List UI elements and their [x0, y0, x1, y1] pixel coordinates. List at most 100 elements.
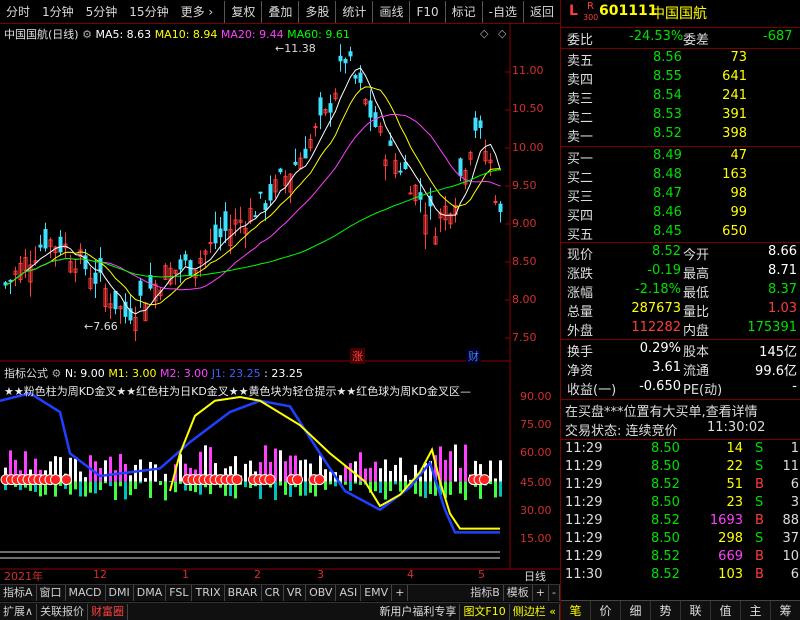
flag-r: R — [587, 1, 594, 12]
indicator-tab-0[interactable]: 指标A — [0, 585, 37, 601]
indicator-tab-11[interactable]: ASI — [336, 585, 362, 601]
red-ball-marker — [231, 474, 243, 486]
indicator-tab-2[interactable]: MACD — [66, 585, 106, 601]
ind-axis-45: 45.00 — [520, 476, 552, 489]
panel-tab-7[interactable]: 筹 — [771, 601, 800, 620]
notice-row[interactable]: 在买盘***位置有大买单,查看详情 — [561, 401, 800, 420]
tab-wealth-circle[interactable]: 财富圈 — [88, 603, 129, 620]
indicator-tab-16[interactable]: + — [533, 585, 550, 601]
candle-body — [358, 72, 363, 83]
toolbar-duogu[interactable]: 多股 — [298, 0, 335, 23]
toolbar-fuquan[interactable]: 复权 — [224, 0, 261, 23]
tick-volume: 298 — [718, 531, 743, 546]
sell-order-row: 卖四 8.55 641 — [561, 69, 800, 88]
toolbar-5min[interactable]: 5分钟 — [80, 1, 124, 23]
indicator-tab-9[interactable]: VR — [284, 585, 307, 601]
panel-tab-5[interactable]: 值 — [711, 601, 741, 620]
divider — [561, 339, 800, 340]
low-price-value: 7.66 — [93, 320, 118, 333]
candle-body — [498, 203, 503, 212]
indicator-tab-12[interactable]: EMV — [361, 585, 393, 601]
indicator-bar-down — [99, 481, 102, 491]
indicator-tab-5[interactable]: FSL — [166, 585, 193, 601]
toolbar-fenshi[interactable]: 分时 — [0, 1, 36, 23]
indicator-tab-10[interactable]: OBV — [306, 585, 337, 601]
tick-volume: 1693 — [709, 513, 743, 528]
indicator-tab-8[interactable]: CR — [262, 585, 284, 601]
indicator-tab-15[interactable]: 模板 — [504, 585, 533, 601]
weibi-value: -24.53% — [629, 29, 684, 44]
sell-volume: 73 — [730, 50, 747, 65]
tag-cai[interactable]: 财 — [466, 348, 481, 364]
toolbar-f10[interactable]: F10 — [409, 0, 444, 23]
minimize-icon[interactable]: ◇ — [498, 27, 506, 40]
panel-tab-2[interactable]: 细 — [621, 601, 651, 620]
indicator-tab-7[interactable]: BRAR — [225, 585, 262, 601]
indicator-bar-down — [394, 481, 397, 485]
quote-label: 最高 — [683, 267, 710, 282]
diamond-icon[interactable]: ◇ — [480, 27, 488, 40]
settings-icon[interactable]: ⚙ — [82, 28, 92, 41]
quote-value: 8.71 — [768, 263, 797, 278]
period-label[interactable]: 日线 — [524, 568, 546, 584]
tab-sidebar[interactable]: 侧边栏 « — [510, 603, 560, 620]
candle-body — [348, 51, 353, 57]
weibi-row: 委比 -24.53% 委差 -687 — [561, 29, 800, 48]
toolbar-diejia[interactable]: 叠加 — [261, 0, 298, 23]
toolbar-back[interactable]: 返回 — [522, 0, 560, 23]
ma60-line — [5, 169, 501, 286]
ma10-line — [5, 86, 501, 306]
indicator-tab-6[interactable]: TRIX — [192, 585, 225, 601]
panel-tab-6[interactable]: 主 — [741, 601, 771, 620]
fundamental-label: 换手 — [567, 345, 594, 360]
indicator-bar-down — [279, 481, 282, 486]
toolbar-biaoji[interactable]: 标记 — [444, 0, 482, 23]
candle-body — [318, 97, 323, 116]
indicator-bar-down — [349, 481, 352, 491]
kline-chart[interactable] — [0, 24, 560, 584]
candle-body — [8, 279, 13, 282]
divider — [561, 48, 800, 49]
toolbar-more[interactable]: 更多 › — [175, 1, 220, 23]
tab-new-user[interactable]: 新用户福利专享 — [376, 603, 461, 620]
tick-count: 1 — [790, 441, 799, 456]
tick-row: 11:29 8.50 22 S 11 — [561, 459, 800, 478]
panel-tab-3[interactable]: 势 — [651, 601, 681, 620]
panel-tab-0[interactable]: 笔 — [561, 601, 591, 620]
indicator-tab-13[interactable]: + — [392, 585, 409, 601]
indicator-bar-up — [354, 461, 357, 482]
toolbar-tongji[interactable]: 统计 — [335, 0, 372, 23]
settings-icon[interactable]: ⚙ — [52, 367, 62, 380]
toolbar-huaxian[interactable]: 画线 — [372, 0, 409, 23]
indicator-bar-down — [89, 481, 92, 493]
panel-tab-1[interactable]: 价 — [591, 601, 621, 620]
panel-tab-4[interactable]: 联 — [681, 601, 711, 620]
tick-row: 11:29 8.50 23 S 3 — [561, 495, 800, 514]
buy-label: 买四 — [567, 209, 594, 224]
indicator-tab-1[interactable]: 窗口 — [37, 585, 66, 601]
tick-count: 6 — [790, 567, 799, 582]
tab-expand[interactable]: 扩展∧ — [0, 603, 38, 620]
red-ball-marker — [50, 474, 61, 486]
indicator-tab-3[interactable]: DMI — [106, 585, 134, 601]
tab-f10[interactable]: 图文F10 — [460, 603, 510, 620]
tick-side: S — [755, 531, 764, 546]
tab-related-quote[interactable]: 关联报价 — [37, 603, 89, 620]
indicator-bar-up — [454, 444, 457, 482]
toolbar-15min[interactable]: 15分钟 — [123, 1, 174, 23]
toolbar-1min[interactable]: 1分钟 — [36, 1, 80, 23]
sell-price: 8.54 — [653, 88, 682, 103]
buy-label: 买二 — [567, 171, 594, 186]
indicator-tab-4[interactable]: DMA — [134, 585, 167, 601]
indicator-name[interactable]: 指标公式 — [4, 367, 48, 380]
toolbar-zixuan[interactable]: -自选 — [481, 0, 523, 23]
ma10-value: MA10: 8.94 — [154, 28, 218, 41]
divider — [561, 27, 800, 28]
tag-zhang[interactable]: 涨 — [350, 348, 365, 364]
sell-label: 卖一 — [567, 130, 594, 145]
indicator-tab-17[interactable]: - — [549, 585, 560, 601]
sell-label: 卖五 — [567, 54, 594, 69]
indicator-bar-down — [244, 481, 247, 488]
indicator-tab-14[interactable]: 指标B — [467, 585, 504, 601]
candle-body — [93, 272, 98, 284]
